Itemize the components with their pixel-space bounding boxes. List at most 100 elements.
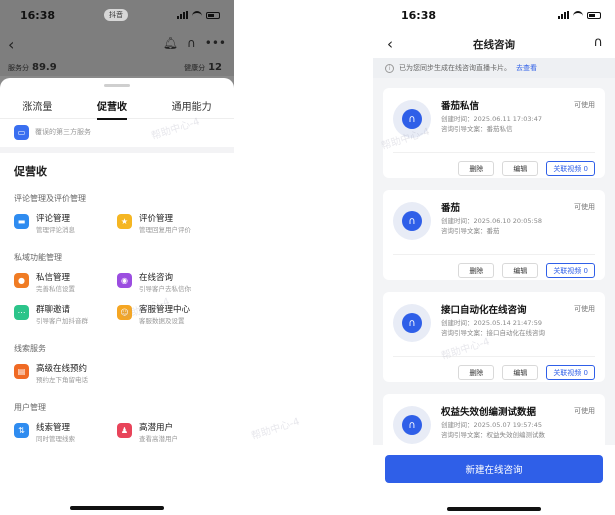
header-actions: 🔔︎ ∩ ••• — [163, 36, 226, 50]
delete-button[interactable]: 删除 — [458, 365, 495, 380]
page-header: ‹ 在线咨询 ∩ — [373, 30, 615, 58]
wifi-icon — [573, 11, 583, 19]
card-created-time: 创建时间：2025.05.14 21:47:59 — [441, 319, 542, 327]
feature-text: 高级在线预约 预约左下角留电话 — [36, 364, 88, 385]
card-guide-text: 咨询引导文案：番茄私信 — [441, 125, 513, 133]
edit-button[interactable]: 编辑 — [502, 263, 539, 278]
headset-icon[interactable]: ∩ — [593, 35, 603, 50]
card-info: 番茄私信 创建时间：2025.06.11 17:03:47 咨询引导文案：番茄私信 — [441, 100, 542, 146]
feature-item[interactable]: ▬ 评论管理 管理评论消息 — [14, 210, 117, 242]
card-header: ∩ 权益失效创编测试数据 创建时间：2025.05.07 19:57:45 咨询引导文… — [383, 394, 605, 452]
feature-title: 私信管理 — [36, 273, 71, 283]
tab-revenue[interactable]: 促营收 — [93, 92, 131, 120]
sheet-handle[interactable] — [104, 84, 130, 87]
card-header: ∩ 番茄私信 创建时间：2025.06.11 17:03:47 咨询引导文案：番茄私信… — [383, 88, 605, 146]
feature-item[interactable]: ⋯ 群聊邀请 引导客户加抖音群 — [14, 301, 117, 333]
edit-button[interactable]: 编辑 — [502, 365, 539, 380]
card-guide-text: 咨询引导文案：权益失效创编测试数 — [441, 431, 545, 439]
headset-icon: ∩ — [402, 109, 422, 129]
feature-item[interactable]: ● 私信管理完善私信设置 — [14, 269, 117, 301]
feature-item[interactable]: ★ 评价管理 管理回复用户评价 — [117, 210, 220, 242]
create-consultation-button[interactable]: 新建在线咨询 — [385, 455, 603, 483]
card-title: 权益失效创编测试数据 — [441, 407, 537, 418]
delete-button[interactable]: 删除 — [458, 161, 495, 176]
home-indicator[interactable] — [70, 506, 164, 510]
card-info: 接口自动化在线咨询 创建时间：2025.05.14 21:47:59 咨询引导文案：… — [441, 304, 545, 350]
delete-button[interactable]: 删除 — [458, 263, 495, 278]
consultation-card[interactable]: ∩ 番茄 创建时间：2025.06.10 20:05:58 咨询引导文案：番茄 可使用删… — [383, 190, 605, 280]
edit-button[interactable]: 编辑 — [502, 161, 539, 176]
card-title: 番茄 — [441, 203, 461, 214]
more-icon[interactable]: ••• — [205, 36, 226, 50]
consultation-card[interactable]: ∩ 番茄私信 创建时间：2025.06.11 17:03:47 咨询引导文案：番茄私信… — [383, 88, 605, 178]
avatar: ∩ — [393, 406, 431, 444]
card-actions: 删除编辑关联视频 0 — [393, 356, 595, 382]
feature-item[interactable]: ♟ 高潜用户 查看高潜用户 — [117, 419, 220, 451]
health-score: 健康分 12 — [184, 62, 222, 73]
feature-title: 群聊邀请 — [36, 305, 71, 315]
card-actions: 删除编辑关联视频 0 — [393, 152, 595, 178]
feature-item[interactable]: ◉ 在线咨询 引导客户去私信你 — [117, 269, 220, 301]
app-indicator: 抖音 — [104, 9, 128, 21]
back-icon[interactable]: ‹ — [387, 35, 393, 53]
right-phone-screen: 16:38 ‹ 在线咨询 ∩ i 已为您同步生成在线咨询直播卡片。 去查看 ∩ 番… — [373, 0, 615, 515]
feature-item[interactable]: ▤ 高级在线预约 预约左下角留电话 — [14, 360, 117, 392]
feature-text: 线索管理 同时管理线索 — [36, 423, 75, 444]
back-icon[interactable]: ‹ — [8, 35, 14, 54]
home-indicator[interactable] — [447, 507, 541, 511]
star-icon: ★ — [117, 214, 132, 229]
third-party-service-label: 覆误的第三方服务 — [35, 128, 91, 136]
card-created-time: 创建时间：2025.05.07 19:57:45 — [441, 421, 542, 429]
feature-title: 客服管理中心 — [139, 305, 191, 315]
battery-icon — [587, 11, 601, 19]
health-score-label: 健康分 — [184, 63, 206, 72]
feature-grid: ▬ 评论管理 管理评论消息 ★ 评价管理 管理回复用户评价 — [0, 208, 234, 244]
info-icon: i — [385, 63, 394, 73]
feature-subtitle: 引导客户去私信你 — [139, 285, 191, 293]
page-title: 在线咨询 — [473, 38, 515, 51]
tab-general[interactable]: 通用能力 — [168, 92, 216, 119]
tab-traffic[interactable]: 涨流量 — [18, 92, 56, 119]
group-title: 私域功能管理 — [14, 253, 62, 262]
signal-icon — [176, 11, 188, 19]
battery-icon — [205, 11, 220, 19]
notice-link[interactable]: 去查看 — [516, 63, 537, 73]
status-bar: 16:38 抖音 — [0, 0, 234, 30]
bottom-sheet: 涨流量 促营收 通用能力 ▭ 覆误的第三方服务 促营收 评论管理及评价管理 ▬ 评论… — [0, 78, 234, 515]
wifi-icon — [191, 11, 202, 19]
feature-subtitle: 完善私信设置 — [36, 285, 75, 293]
left-phone-screen: 16:38 抖音 ‹ 🔔︎ ∩ ••• 服务分 89.9 健康分 12 涨流量 促营… — [0, 0, 234, 515]
group-chat-icon: ⋯ — [14, 305, 29, 320]
service-icon: ▭ — [14, 124, 29, 140]
link-video-button[interactable]: 关联视频 0 — [546, 365, 595, 380]
notice-text: 已为您同步生成在线咨询直播卡片。 — [399, 64, 511, 72]
feature-item[interactable]: ⇅ 线索管理 同时管理线索 — [14, 419, 117, 451]
bell-icon[interactable]: 🔔︎ — [163, 36, 178, 50]
avatar: ∩ — [393, 304, 431, 342]
signal-icon — [558, 11, 569, 19]
service-score: 服务分 89.9 — [8, 62, 57, 73]
headset-icon[interactable]: ∩ — [187, 36, 196, 50]
avatar: ∩ — [393, 202, 431, 240]
consultation-card[interactable]: ∩ 接口自动化在线咨询 创建时间：2025.05.14 21:47:59 咨询引导文案… — [383, 292, 605, 382]
tab-bar: 涨流量 促营收 通用能力 — [0, 92, 234, 120]
feature-text: 群聊邀请 引导客户加抖音群 — [36, 305, 88, 326]
card-created-time: 创建时间：2025.06.11 17:03:47 — [441, 115, 542, 123]
feature-title: 在线咨询 — [139, 273, 174, 283]
feature-text: 私信管理完善私信设置 — [36, 273, 75, 294]
avatar: ∩ — [393, 100, 431, 138]
third-party-service-item[interactable]: ▭ 覆误的第三方服务 — [8, 119, 226, 145]
group-title: 评论管理及评价管理 — [14, 194, 86, 203]
user-icon: ● — [14, 273, 29, 288]
link-video-button[interactable]: 关联视频 0 — [546, 161, 595, 176]
link-video-button[interactable]: 关联视频 0 — [546, 263, 595, 278]
status-icons — [558, 11, 601, 19]
feature-item[interactable]: ☺ 客服管理中心 客服数据及设置 — [117, 301, 220, 333]
clue-icon: ⇅ — [14, 423, 29, 438]
feature-text: 客服管理中心 客服数据及设置 — [139, 305, 190, 326]
feature-title: 评价管理 — [139, 214, 174, 224]
feature-subtitle: 查看高潜用户 — [139, 435, 178, 443]
card-created-time: 创建时间：2025.06.10 20:05:58 — [441, 217, 542, 225]
feature-grid: ● 私信管理 完善私信设置 ◉ 在线咨询 引导客户去私信你 ⋯ 群聊邀请 引导客户加抖音群 ☺ 客服… — [0, 267, 234, 335]
score-row: 服务分 89.9 健康分 12 — [0, 58, 234, 76]
